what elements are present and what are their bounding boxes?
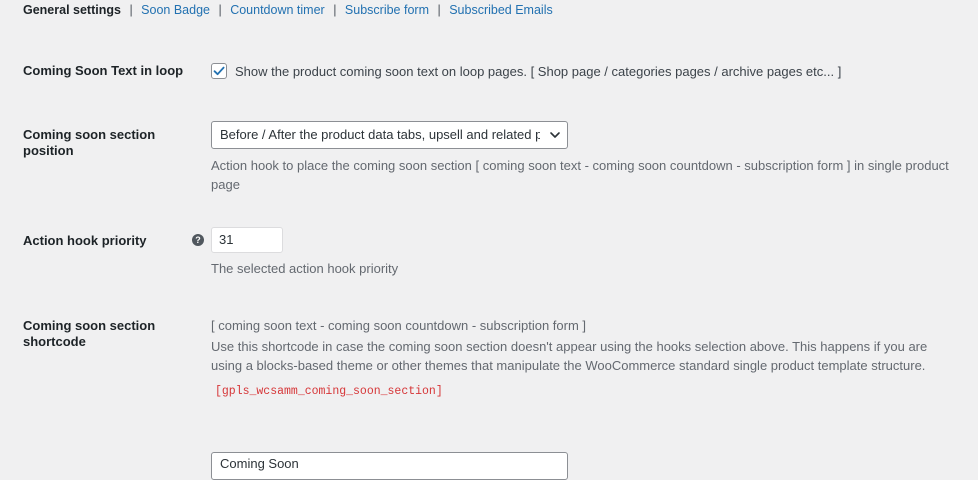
subnav-soon-badge[interactable]: Soon Badge [141,3,210,17]
subnav-subscribe-form[interactable]: Subscribe form [345,3,429,17]
subnav-separator: | [437,3,441,17]
loop-text-checkbox[interactable] [211,63,227,79]
settings-subnav: General settings | Soon Badge | Countdow… [23,3,553,17]
shortcode-components: [ coming soon text - coming soon countdo… [211,318,587,333]
loop-text-field: Show the product coming soon text on loo… [211,63,958,79]
coming-soon-text-input[interactable]: Coming Soon [211,452,568,480]
section-position-select[interactable]: Before / After the product data tabs, up… [211,121,568,149]
next-field: Coming Soon [211,452,958,480]
section-position-field: Before / After the product data tabs, up… [211,121,958,194]
shortcode-label: Coming soon section shortcode [23,318,156,349]
hook-priority-field: 31 The selected action hook priority [211,227,958,278]
shortcode-field: [ coming soon text - coming soon countdo… [211,316,958,398]
subnav-separator: | [218,3,222,17]
shortcode-description: Use this shortcode in case the coming so… [211,339,928,373]
hook-priority-description: The selected action hook priority [211,261,399,276]
subnav-separator: | [129,3,133,17]
loop-text-label: Coming Soon Text in loop [23,63,184,78]
checkmark-icon [213,66,225,76]
hook-priority-label: Action hook priority [23,233,147,248]
hook-priority-input[interactable]: 31 [211,227,283,253]
loop-text-checkbox-label[interactable]: Show the product coming soon text on loo… [235,64,841,79]
section-position-selected: Before / After the product data tabs, up… [220,127,540,142]
coming-soon-text-value: Coming Soon [220,456,299,471]
help-icon[interactable]: ? [192,234,204,246]
shortcode-code[interactable]: [gpls_wcsamm_coming_soon_section] [215,385,443,398]
subnav-general-settings[interactable]: General settings [23,3,121,17]
subnav-separator: | [333,3,337,17]
section-position-description: Action hook to place the coming soon sec… [211,158,949,192]
subnav-subscribed-emails[interactable]: Subscribed Emails [449,3,553,17]
section-position-label: Coming soon section position [23,127,156,158]
subnav-countdown-timer[interactable]: Countdown timer [230,3,325,17]
chevron-down-icon [550,132,560,138]
